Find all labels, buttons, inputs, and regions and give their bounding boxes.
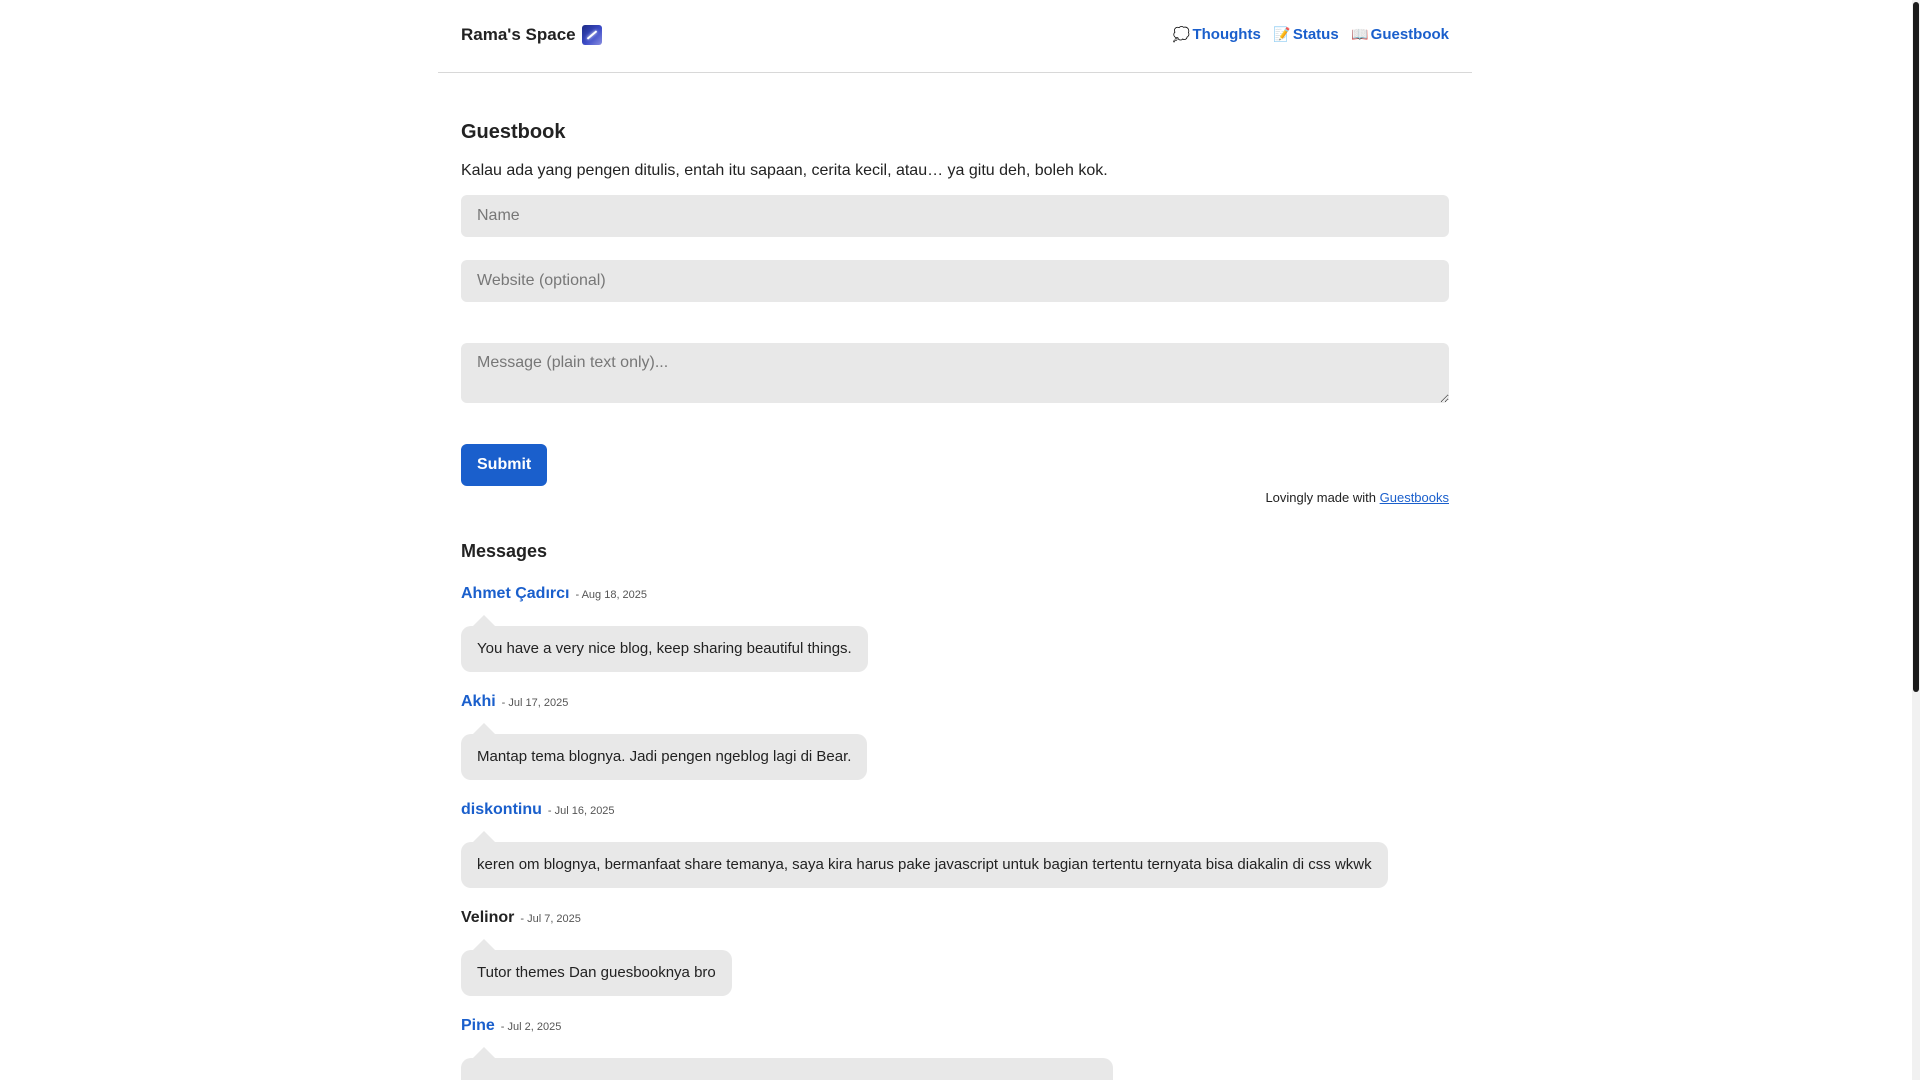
message-date: - Aug 18, 2025 [575,589,648,601]
message-bubble: Tutor themes Dan guesbooknya bro [461,939,732,996]
nav-guestbook[interactable]: 📖 Guestbook [1351,26,1449,43]
main-content: Guestbook Kalau ada yang pengen ditulis,… [438,119,1472,1080]
message-bubble: You have a very nice blog, keep sharing … [461,615,868,672]
message-bubble [461,1047,1113,1080]
memo-icon: 📝 [1273,26,1291,42]
message-date: - Jul 16, 2025 [547,805,615,817]
message-bubble: keren om blognya, bermanfaat share teman… [461,831,1388,888]
submit-button[interactable]: Submit [461,444,548,486]
credit-text: Lovingly made with [1265,490,1376,505]
speech-bubble-icon: 💭 [1172,26,1191,42]
message-author-link[interactable]: Pine [461,1017,495,1035]
site-header: Rama's Space 💭 Thoughts 📝 Status 📖 Guest… [438,0,1472,73]
scrollbar-thumb[interactable] [1913,2,1919,692]
message-bubble: Mantap tema blognya. Jadi pengen ngeblog… [461,723,868,780]
message-author-link[interactable]: Ahmet Çadırcı [461,585,569,603]
page: Rama's Space 💭 Thoughts 📝 Status 📖 Guest… [0,0,1920,1080]
nav-status-label: Status [1292,26,1339,43]
message-date: - Jul 2, 2025 [500,1021,562,1033]
messages-title: Messages [461,541,548,561]
page-title: Guestbook [461,121,566,143]
message-header: Ahmet Çadırcı - Aug 18, 2025 [461,583,1449,607]
message-header: Velinor - Jul 7, 2025 [461,907,1449,931]
guestbooks-link[interactable]: Guestbooks [1380,490,1449,505]
guestbook-intro: Kalau ada yang pengen ditulis, entah itu… [461,162,1108,179]
message-textarea[interactable] [461,343,1449,403]
nav-thoughts[interactable]: 💭 Thoughts [1172,26,1261,43]
message-item: Ahmet Çadırcı - Aug 18, 2025 You have a … [461,583,1449,691]
message-header: Pine - Jul 2, 2025 [461,1015,1449,1039]
site-brand-title: Rama's Space [461,25,576,44]
guestbook-form: Submit [461,195,1449,486]
messages-list: Ahmet Çadırcı - Aug 18, 2025 You have a … [461,583,1449,1080]
message-author: Velinor [461,909,515,926]
message-item: Akhi - Jul 17, 2025 Mantap tema blognya.… [461,691,1449,799]
message-item: Velinor - Jul 7, 2025 Tutor themes Dan g… [461,907,1449,1015]
nav-status[interactable]: 📝 Status [1273,26,1339,43]
content-wrapper: Rama's Space 💭 Thoughts 📝 Status 📖 Guest… [438,0,1472,1080]
message-author-link[interactable]: Akhi [461,693,496,711]
message-header: Akhi - Jul 17, 2025 [461,691,1449,715]
name-input[interactable] [461,195,1449,237]
main-nav: 💭 Thoughts 📝 Status 📖 Guestbook [1172,26,1449,43]
site-brand-link[interactable]: Rama's Space [461,25,602,45]
guestbook-credit: Lovingly made with Guestbooks [461,490,1449,506]
nav-thoughts-label: Thoughts [1192,26,1261,43]
page-scrollbar[interactable] [1912,0,1920,1080]
message-date: - Jul 17, 2025 [501,697,569,709]
website-input[interactable] [461,260,1449,302]
message-header: diskontinu - Jul 16, 2025 [461,799,1449,823]
shooting-star-icon [581,25,602,45]
message-item: diskontinu - Jul 16, 2025 keren om blogn… [461,799,1449,907]
message-item: Pine - Jul 2, 2025 [461,1015,1449,1080]
open-book-icon: 📖 [1350,26,1369,42]
nav-guestbook-label: Guestbook [1370,26,1449,43]
message-date: - Jul 7, 2025 [520,913,581,925]
message-author-link[interactable]: diskontinu [461,801,542,819]
